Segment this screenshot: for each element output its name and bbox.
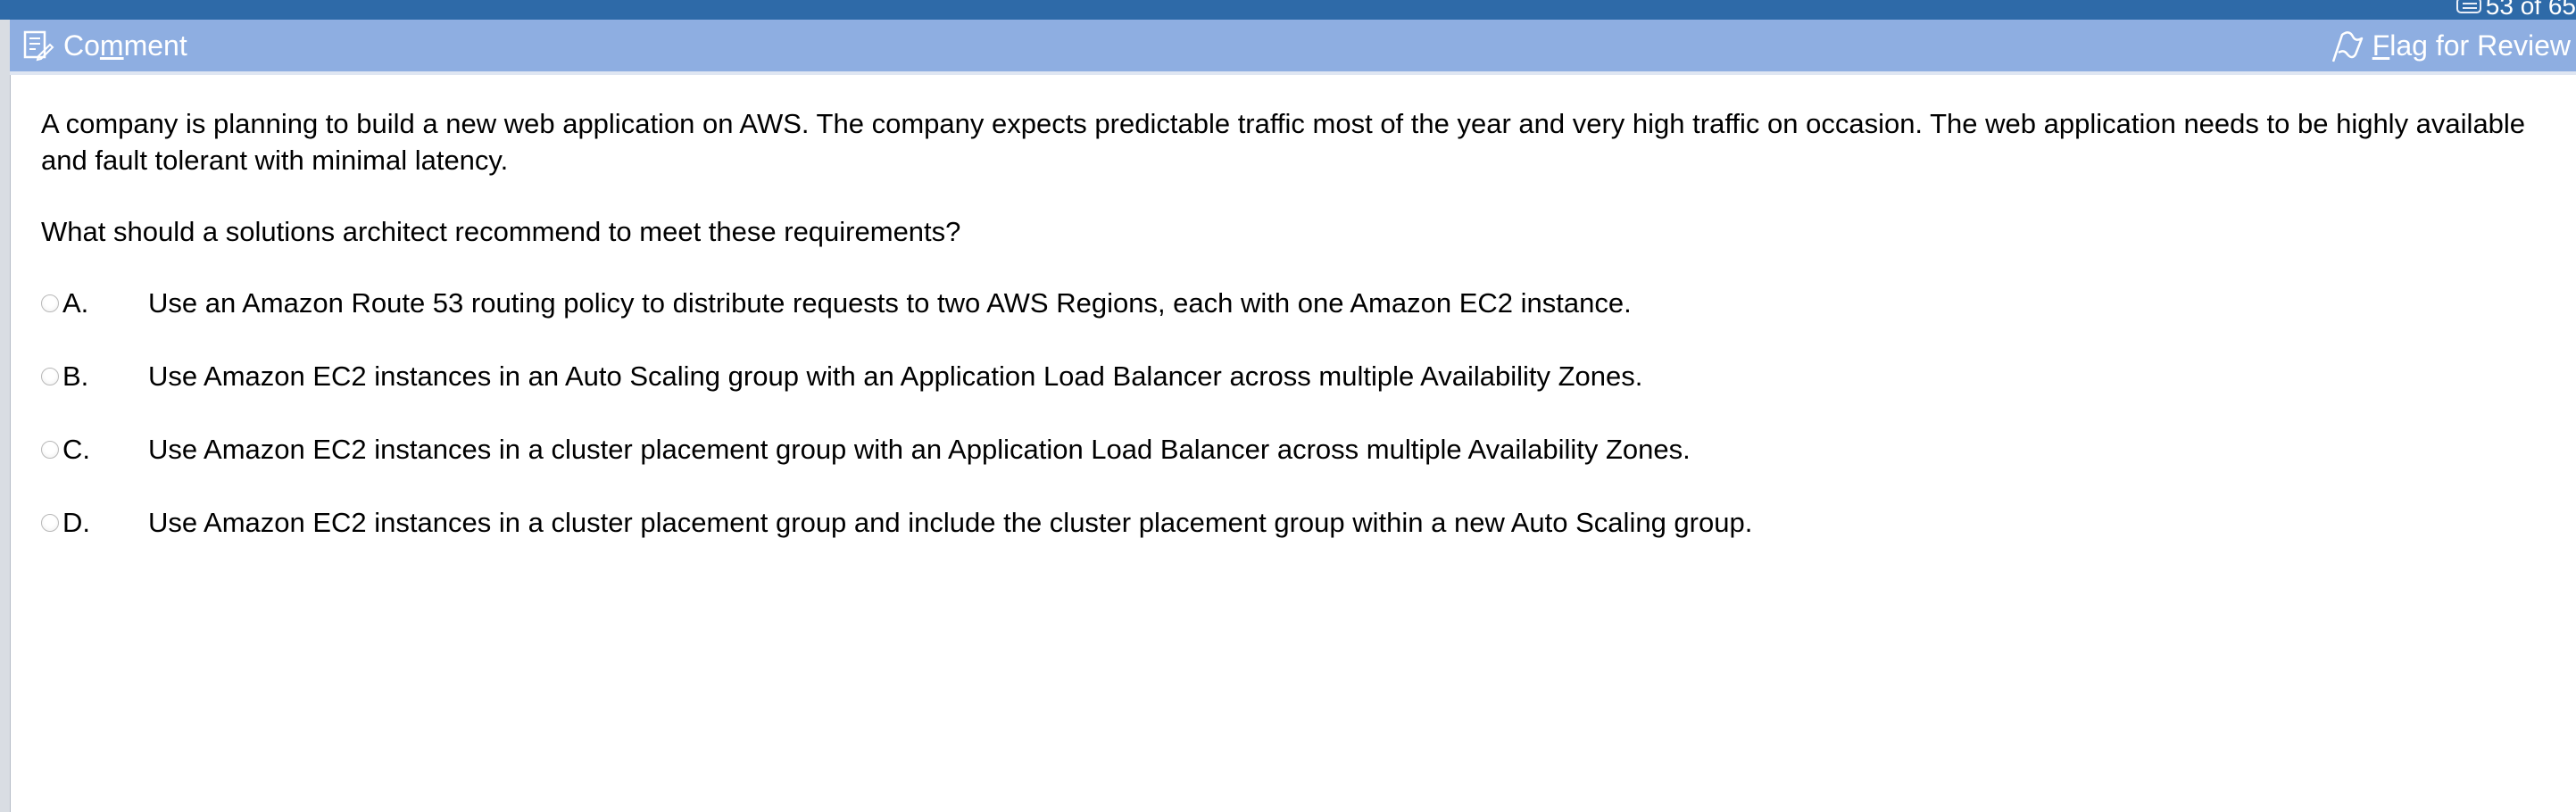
top-bar: 53 of 65 bbox=[0, 0, 2576, 20]
option-d-radio[interactable] bbox=[41, 513, 59, 532]
option-b-letter: B. bbox=[62, 360, 89, 392]
answer-options: A. Use an Amazon Route 53 routing policy… bbox=[41, 285, 2558, 541]
option-a-text: Use an Amazon Route 53 routing policy to… bbox=[148, 287, 1632, 319]
option-c[interactable]: C. Use Amazon EC2 instances in a cluster… bbox=[41, 431, 2558, 468]
toolbar: Comment Flag for Review bbox=[10, 20, 2576, 75]
flag-icon bbox=[2331, 31, 2363, 62]
option-c-text: Use Amazon EC2 instances in a cluster pl… bbox=[148, 434, 1691, 465]
option-b-text: Use Amazon EC2 instances in an Auto Scal… bbox=[148, 360, 1643, 392]
comment-button[interactable]: Comment bbox=[22, 20, 187, 71]
option-d[interactable]: D. Use Amazon EC2 instances in a cluster… bbox=[41, 504, 2558, 541]
flag-label: Flag for Review bbox=[2372, 29, 2571, 62]
option-a-radio[interactable] bbox=[41, 294, 59, 312]
question-list-icon bbox=[2456, 0, 2481, 13]
option-d-text: Use Amazon EC2 instances in a cluster pl… bbox=[148, 507, 1753, 538]
comment-label: Comment bbox=[63, 29, 187, 62]
question-prompt: What should a solutions architect recomm… bbox=[41, 216, 961, 247]
option-d-letter: D. bbox=[62, 507, 90, 538]
option-a[interactable]: A. Use an Amazon Route 53 routing policy… bbox=[41, 285, 2558, 321]
option-b[interactable]: B. Use Amazon EC2 instances in an Auto S… bbox=[41, 358, 2558, 394]
left-frame-edge bbox=[0, 0, 11, 812]
option-c-radio[interactable] bbox=[41, 440, 59, 459]
question-content: A company is planning to build a new web… bbox=[41, 105, 2558, 577]
question-stem: A company is planning to build a new web… bbox=[41, 108, 2526, 176]
flag-for-review-button[interactable]: Flag for Review bbox=[2328, 20, 2571, 71]
option-a-letter: A. bbox=[62, 287, 89, 319]
question-counter: 53 of 65 bbox=[2454, 0, 2576, 20]
option-c-letter: C. bbox=[62, 434, 90, 465]
question-counter-text: 53 of 65 bbox=[2485, 0, 2576, 20]
option-b-radio[interactable] bbox=[41, 367, 59, 385]
comment-icon bbox=[23, 30, 54, 62]
